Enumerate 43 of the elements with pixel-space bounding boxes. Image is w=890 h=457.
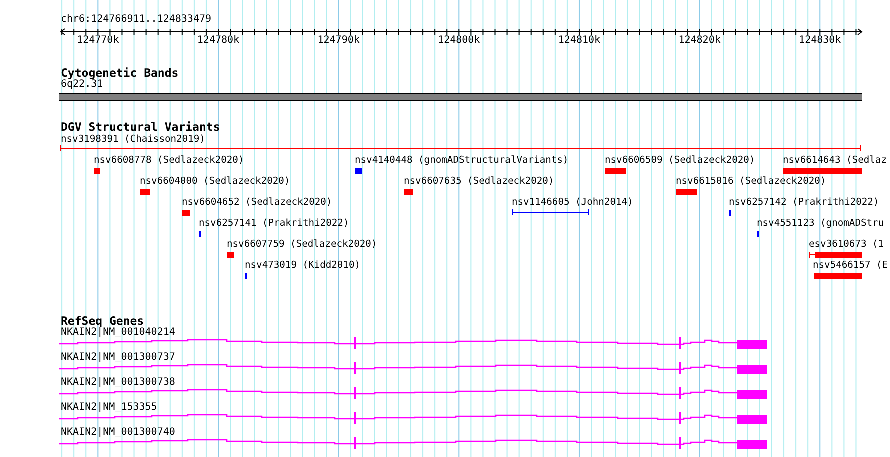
location-label: chr6:124766911..124833479 xyxy=(61,14,212,26)
tick-label: 124790k xyxy=(318,35,360,47)
tick-label: 124810k xyxy=(558,35,601,47)
gene-model-drawing[interactable] xyxy=(59,437,767,449)
variant-label: esv3610673 (1 xyxy=(809,239,884,250)
track-title: Cytogenetic Bands xyxy=(61,67,179,79)
variant-label: nsv6604000 (Sedlazeck2020) xyxy=(140,176,290,187)
gene-label: NKAIN2|NM_001300740 xyxy=(61,427,176,439)
variant-label: nsv6257142 (Prakrithi2022) xyxy=(729,197,880,208)
variant-label: nsv473019 (Kidd2010) xyxy=(245,260,361,271)
tick-label: 124820k xyxy=(678,35,721,47)
variant-label: nsv3198391 (Chaisson2019) xyxy=(61,134,206,145)
tick-label: 124800k xyxy=(438,35,480,47)
band-label: 6q22.31 xyxy=(61,79,104,91)
gene-label: NKAIN2|NM_001300737 xyxy=(61,352,176,364)
variant-label: nsv6604652 (Sedlazeck2020) xyxy=(182,197,332,208)
variant-label: nsv6608778 (Sedlazeck2020) xyxy=(94,155,244,166)
gene-model-drawing[interactable] xyxy=(59,387,767,399)
gene-label: NKAIN2|NM_001040214 xyxy=(61,327,176,339)
variant-label: nsv6614643 (Sedlaz xyxy=(783,155,887,166)
track-title: RefSeq Genes xyxy=(61,315,144,327)
variant-label: nsv4140448 (gnomADStructuralVariants) xyxy=(355,155,569,166)
variant-label: nsv6606509 (Sedlazeck2020) xyxy=(605,155,756,166)
gene-model-drawing[interactable] xyxy=(59,362,767,374)
variant-span[interactable] xyxy=(512,210,590,216)
variant-label: nsv6607635 (Sedlazeck2020) xyxy=(404,176,554,187)
tick-label: 124830k xyxy=(799,35,842,47)
variant-label: nsv6615016 (Sedlazeck2020) xyxy=(676,176,826,187)
gene-model-drawing[interactable] xyxy=(59,412,767,424)
gene-label: NKAIN2|NM_153355 xyxy=(61,402,158,414)
tick-label: 124780k xyxy=(197,35,240,47)
variant-label: nsv1146605 (John2014) xyxy=(512,197,634,208)
variant-label: nsv6257141 (Prakrithi2022) xyxy=(199,218,350,229)
variant-label: nsv6607759 (Sedlazeck2020) xyxy=(227,239,378,250)
gene-label: NKAIN2|NM_001300738 xyxy=(61,377,176,389)
track-title: DGV Structural Variants xyxy=(61,121,220,133)
chromosome-band[interactable] xyxy=(59,93,862,101)
gene-model-drawing[interactable] xyxy=(59,337,767,349)
variant-label: nsv4551123 (gnomADStru xyxy=(757,218,884,229)
tick-label: 124770k xyxy=(77,35,120,47)
variant-label: nsv5466157 (E xyxy=(813,260,888,271)
variant-span[interactable] xyxy=(60,146,862,152)
variant-bar[interactable] xyxy=(809,252,862,258)
